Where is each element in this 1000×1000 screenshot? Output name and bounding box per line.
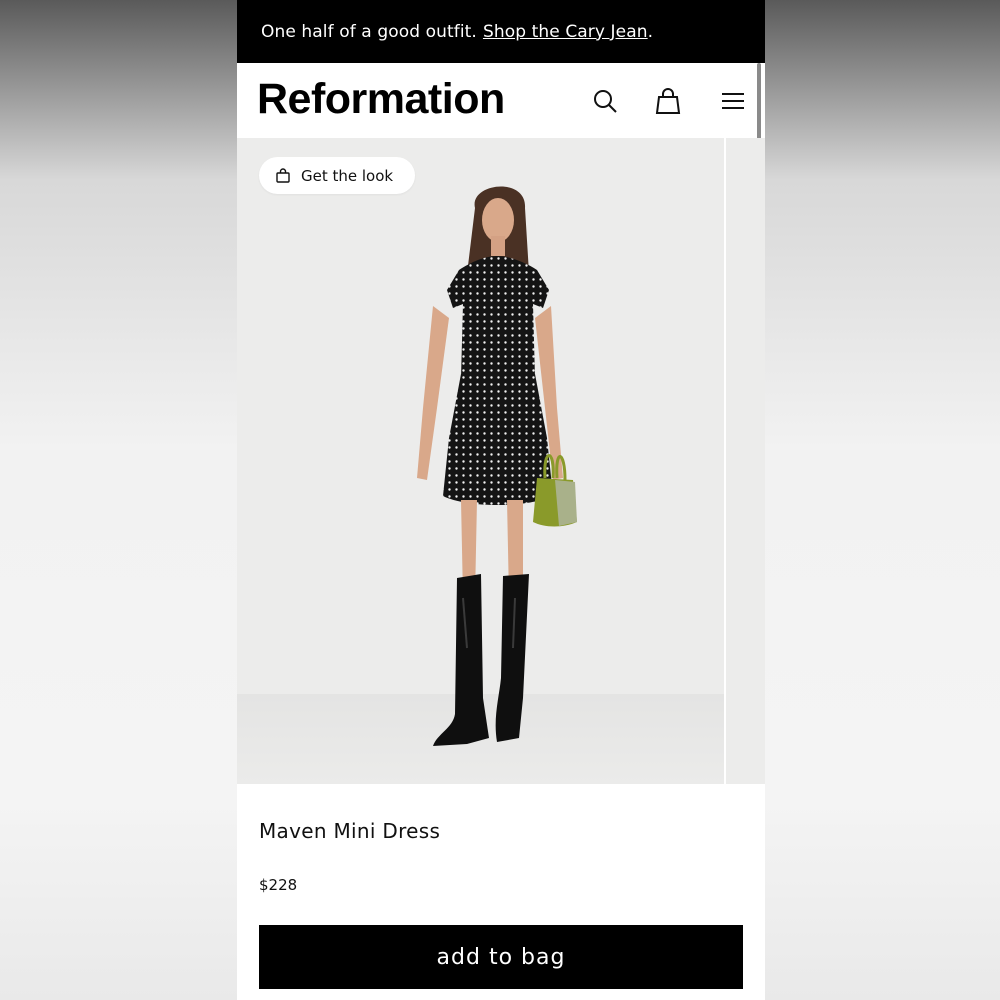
promo-link[interactable]: Shop the Cary Jean xyxy=(483,22,648,42)
bag-icon[interactable] xyxy=(654,87,682,115)
get-the-look-button[interactable]: Get the look xyxy=(259,157,416,194)
brand-logo[interactable]: Reformation xyxy=(257,75,505,124)
add-to-bag-button[interactable]: add to bag xyxy=(259,925,743,989)
promo-text: One half of a good outfit. xyxy=(261,21,477,42)
promo-period: . xyxy=(647,21,654,42)
next-image-peek[interactable] xyxy=(726,138,765,784)
product-price: $228 xyxy=(259,876,298,894)
menu-icon[interactable] xyxy=(719,87,747,115)
shopping-bag-icon xyxy=(275,167,291,184)
phone-screen: One half of a good outfit. Shop the Cary… xyxy=(237,0,765,1000)
promo-banner: One half of a good outfit. Shop the Cary… xyxy=(237,0,765,63)
product-image-carousel[interactable]: Get the look xyxy=(237,138,724,784)
get-the-look-label: Get the look xyxy=(301,166,394,185)
product-info: Maven Mini Dress $228 add to bag xyxy=(237,784,765,1000)
site-header: Reformation xyxy=(237,63,765,138)
model-photo xyxy=(417,186,577,746)
product-name[interactable]: Maven Mini Dress xyxy=(259,819,440,843)
search-icon[interactable] xyxy=(591,87,619,115)
